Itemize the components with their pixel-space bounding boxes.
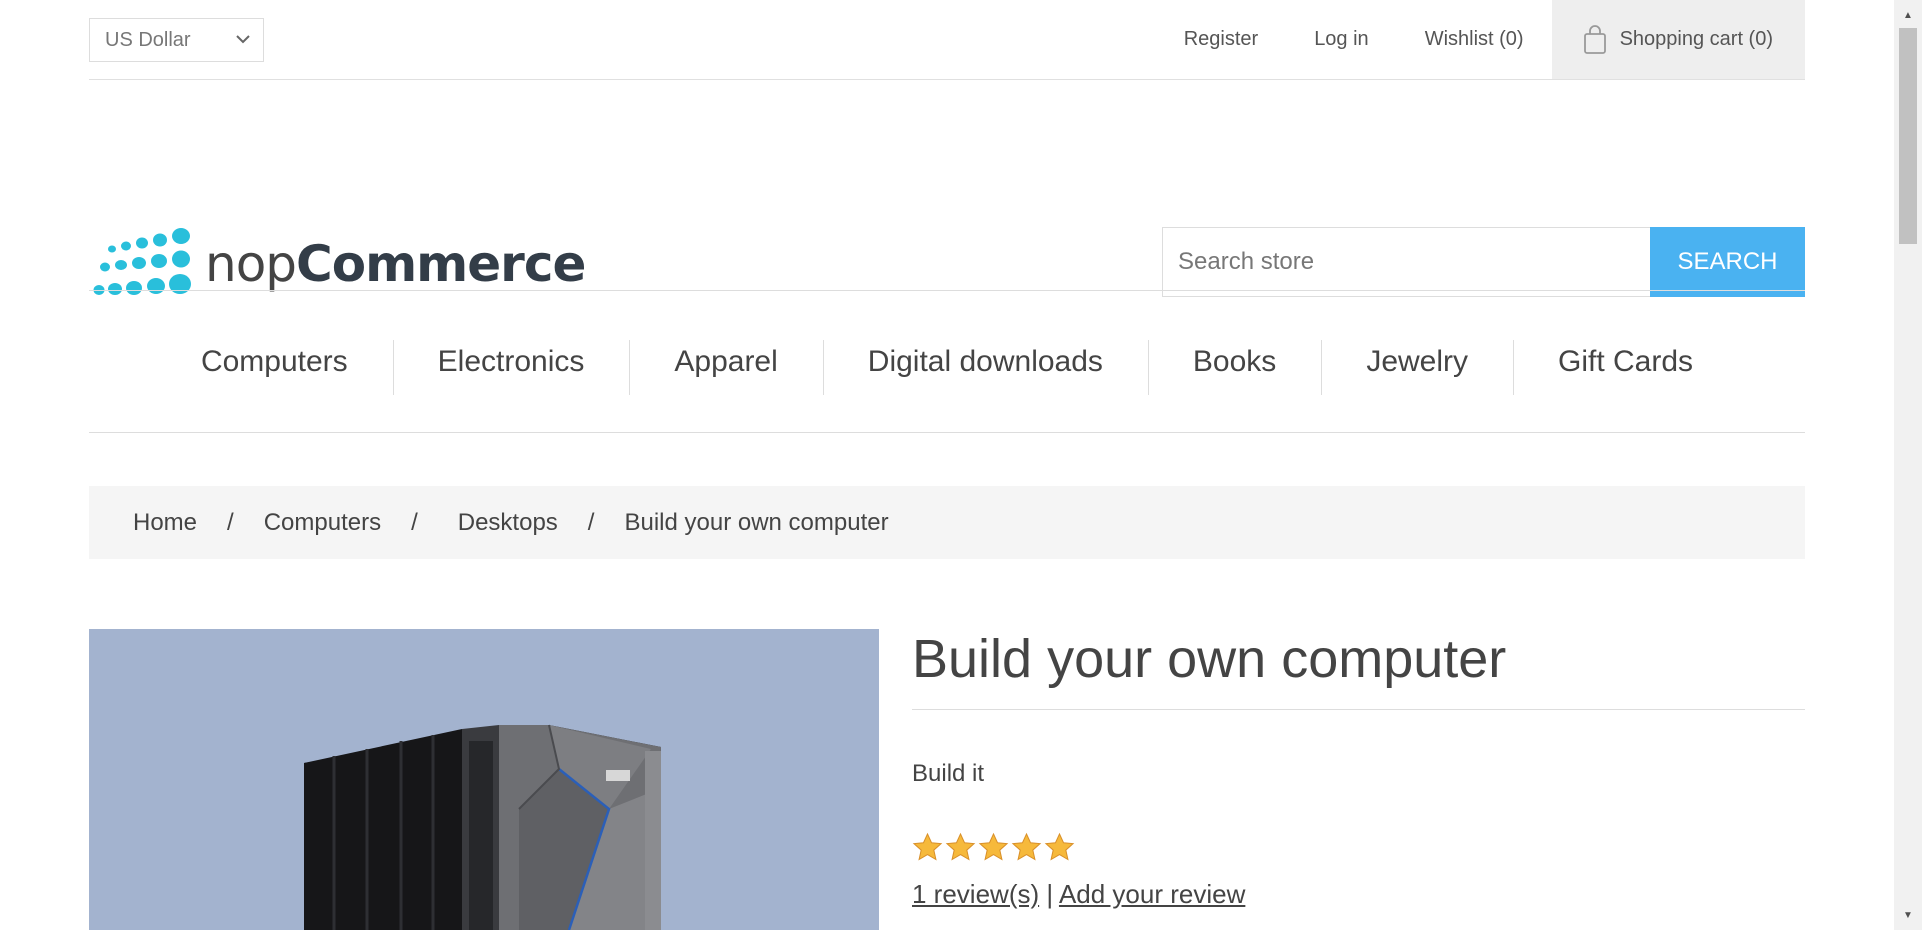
register-link[interactable]: Register [1156,0,1286,79]
reviews-separator: | [1046,879,1054,909]
menu-item-gift-cards[interactable]: Gift Cards [1513,339,1738,395]
breadcrumb-desktops[interactable]: Desktops [458,509,558,537]
header-main: nopCommerce SEARCH [89,80,1805,297]
menu-item-books[interactable]: Books [1147,339,1321,395]
cart-label: Shopping cart (0) [1619,28,1773,50]
login-link[interactable]: Log in [1286,0,1397,79]
star-icon [912,832,943,861]
scroll-down-arrow-icon[interactable]: ▼ [1894,902,1922,928]
search-input[interactable] [1162,227,1650,297]
header-top-bar: US Dollar Register Log in Wishlist (0) S… [89,0,1805,80]
product-short-description: Build it [912,760,985,787]
page-container: US Dollar Register Log in Wishlist (0) S… [89,0,1805,930]
wishlist-link[interactable]: Wishlist (0) [1397,0,1552,79]
search-button[interactable]: SEARCH [1650,227,1805,297]
review-links: 1 review(s) | Add your review [912,879,1245,910]
menu-item-apparel[interactable]: Apparel [629,339,822,395]
breadcrumb-separator: / [587,508,595,536]
star-icon [1011,832,1042,861]
search-box: SEARCH [1162,227,1805,297]
product-main-image[interactable] [89,629,879,930]
menu-item-electronics[interactable]: Electronics [392,339,630,395]
scroll-thumb[interactable] [1899,28,1917,244]
menu-item-digital-downloads[interactable]: Digital downloads [822,339,1148,395]
breadcrumb-computers[interactable]: Computers [264,509,381,537]
star-icon [1044,832,1075,861]
menu-item-computers[interactable]: Computers [156,345,393,379]
chevron-down-icon [236,35,250,44]
menu-item-jewelry[interactable]: Jewelry [1321,339,1513,395]
breadcrumb: Home / Computers / Desktops / Build your… [89,486,1805,559]
computer-tower-image [304,724,661,930]
logo-wordmark: nopCommerce [205,235,586,293]
breadcrumb-current: Build your own computer [624,508,889,536]
title-divider [912,709,1805,710]
logo-commerce: Commerce [296,235,586,293]
star-icon [978,832,1009,861]
top-menu: Computers Electronics Apparel Digital do… [89,290,1805,433]
shopping-cart-link[interactable]: Shopping cart (0) [1551,0,1805,79]
header-links: Register Log in Wishlist (0) Shopping ca… [1156,0,1805,79]
product-rating [912,832,1075,863]
currency-value: US Dollar [105,28,191,51]
shopping-bag-icon [1583,24,1606,54]
star-icon [945,832,976,861]
breadcrumb-separator: / [411,508,418,536]
reviews-count-link[interactable]: 1 review(s) [912,879,1039,909]
logo-nop: nop [205,235,297,293]
breadcrumb-separator: / [227,508,234,536]
add-review-link[interactable]: Add your review [1059,879,1245,909]
product-title: Build your own computer [912,629,1507,689]
breadcrumb-home[interactable]: Home [133,509,197,537]
currency-selector[interactable]: US Dollar [89,18,264,62]
scroll-up-arrow-icon[interactable]: ▲ [1894,2,1922,28]
vertical-scrollbar[interactable]: ▲ ▼ [1894,0,1922,930]
